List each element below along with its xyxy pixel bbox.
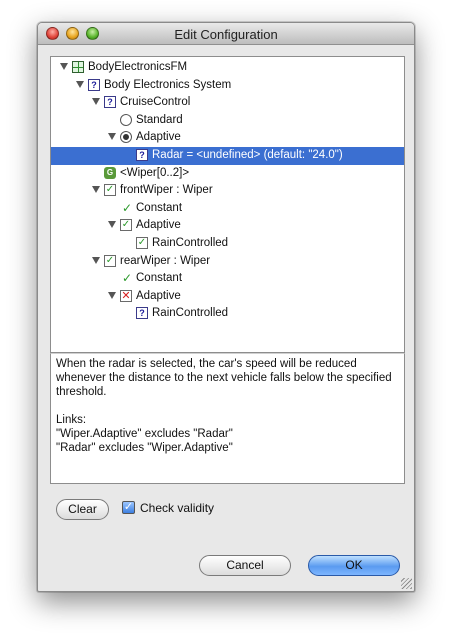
resize-grip-icon[interactable] (401, 578, 412, 589)
tree-row-label: Adaptive (136, 289, 181, 302)
tree-row-frontwiper-raincontrolled[interactable]: ✓ RainControlled (51, 235, 404, 253)
tree-row-label: frontWiper : Wiper (120, 184, 213, 197)
tree-row-rearwiper-raincontrolled[interactable]: ? RainControlled (51, 305, 404, 323)
configuration-tree[interactable]: BodyElectronicsFM ? Body Electronics Sys… (50, 56, 405, 353)
expand-triangle-icon[interactable] (92, 186, 100, 194)
ok-button[interactable]: OK (308, 555, 400, 576)
tree-row-label: Standard (136, 113, 183, 126)
tree-row-cruisecontrol[interactable]: ? CruiseControl (51, 94, 404, 112)
expand-triangle-icon[interactable] (92, 256, 100, 264)
edit-configuration-dialog: Edit Configuration BodyElectronicsFM ? B… (37, 22, 415, 592)
checkmark-icon: ✓ (122, 200, 133, 215)
tree-row-frontwiper-adaptive[interactable]: ✓ Adaptive (51, 217, 404, 235)
tree-row-rearwiper-constant[interactable]: ✓ Constant (51, 270, 404, 288)
title-bar[interactable]: Edit Configuration (38, 23, 414, 45)
links-heading: Links: (56, 414, 87, 426)
tree-row-label: CruiseControl (120, 96, 191, 109)
tree-row-body-electronics-system[interactable]: ? Body Electronics System (51, 77, 404, 95)
tree-row-label: Body Electronics System (104, 78, 232, 91)
feature-group-icon: G (104, 166, 116, 179)
expand-triangle-icon[interactable] (76, 80, 84, 88)
checkbox-checked-icon[interactable]: ✓ (136, 237, 148, 249)
checkbox-checked-icon[interactable]: ✓ (104, 184, 116, 197)
tree-row-label: RainControlled (152, 307, 229, 320)
tree-row-wiper-group[interactable]: G <Wiper[0..2]> (51, 165, 404, 183)
expand-triangle-icon[interactable] (60, 63, 68, 70)
clear-button[interactable]: Clear (56, 499, 109, 520)
expand-triangle-icon[interactable] (108, 133, 116, 141)
radio-selected-icon[interactable] (120, 131, 132, 144)
cancel-button[interactable]: Cancel (199, 555, 291, 576)
tree-row-frontwiper[interactable]: ✓ frontWiper : Wiper (51, 182, 404, 200)
tree-row-label: Adaptive (136, 131, 181, 144)
tree-row-label: rearWiper : Wiper (120, 254, 211, 267)
expand-triangle-icon[interactable] (108, 221, 116, 229)
tree-row-label: BodyElectronicsFM (88, 61, 188, 73)
tree-row-adaptive-cruise[interactable]: Adaptive (51, 129, 404, 147)
checkbox-checked-icon[interactable]: ✓ (120, 219, 132, 232)
expand-triangle-icon[interactable] (108, 291, 116, 299)
feature-description-panel: When the radar is selected, the car's sp… (50, 353, 405, 484)
undecided-feature-icon[interactable]: ? (104, 96, 116, 109)
undecided-feature-icon[interactable]: ? (136, 149, 148, 161)
check-validity-checkbox[interactable]: ✓ (122, 501, 135, 514)
checkmark-icon: ✓ (122, 271, 133, 286)
link-constraint-2: "Radar" excludes "Wiper.Adaptive" (56, 442, 233, 454)
tree-row-standard[interactable]: Standard (51, 112, 404, 130)
check-validity-label: Check validity (140, 501, 215, 515)
tree-row-label: Constant (136, 272, 183, 285)
tree-row-label: RainControlled (152, 237, 229, 249)
tree-row-rearwiper[interactable]: ✓ rearWiper : Wiper (51, 253, 404, 271)
checkbox-excluded-icon[interactable]: ✕ (120, 289, 132, 302)
tree-row-label: <Wiper[0..2]> (120, 166, 190, 179)
tree-row-label: Radar = <undefined> (default: "24.0") (152, 149, 343, 161)
undecided-feature-icon[interactable]: ? (136, 307, 148, 320)
tree-row-label: Constant (136, 201, 183, 214)
description-text: When the radar is selected, the car's sp… (56, 358, 392, 398)
tree-row-rearwiper-adaptive[interactable]: ✕ Adaptive (51, 288, 404, 306)
undecided-feature-icon[interactable]: ? (88, 78, 100, 91)
radio-icon[interactable] (120, 113, 132, 126)
expand-triangle-icon[interactable] (92, 98, 100, 106)
feature-model-icon (72, 61, 84, 73)
tree-row-bodyelectronicsfm[interactable]: BodyElectronicsFM (51, 59, 404, 77)
window-title: Edit Configuration (174, 27, 278, 42)
link-constraint-1: "Wiper.Adaptive" excludes "Radar" (56, 428, 233, 440)
tree-row-label: Adaptive (136, 219, 181, 232)
tree-row-frontwiper-constant[interactable]: ✓ Constant (51, 200, 404, 218)
tree-row-radar[interactable]: ? Radar = <undefined> (default: "24.0") (51, 147, 404, 165)
checkbox-checked-icon[interactable]: ✓ (104, 254, 116, 267)
